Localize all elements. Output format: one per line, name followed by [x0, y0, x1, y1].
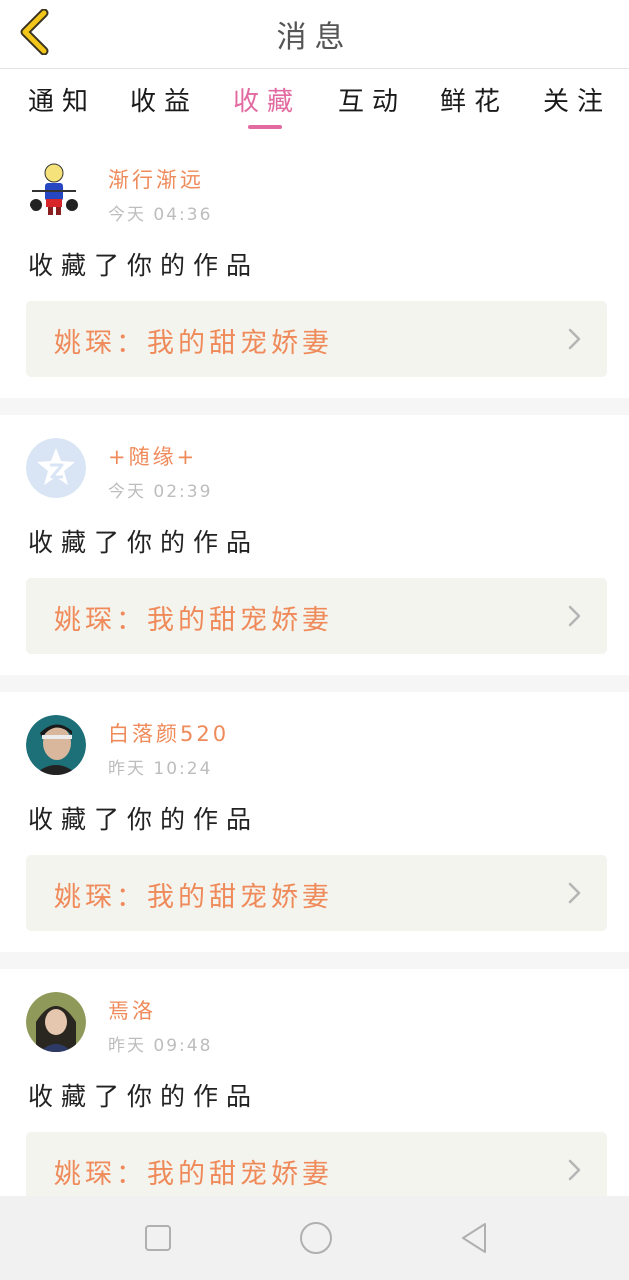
- recent-apps-icon: [145, 1225, 171, 1251]
- cartoon-avatar-icon: [26, 161, 86, 221]
- action-text: 收藏了你的作品: [28, 528, 260, 557]
- back-icon: [462, 1223, 486, 1253]
- tab-flowers[interactable]: 鲜花: [434, 81, 514, 118]
- action-text: 收藏了你的作品: [28, 251, 260, 280]
- work-title: 姚琛：我的甜宠娇妻: [54, 605, 333, 636]
- photo-avatar-icon: [26, 992, 86, 1052]
- default-avatar-icon: [26, 438, 86, 498]
- tab-notifications[interactable]: 通知: [22, 81, 102, 118]
- message-card: +随缘+ 今天 02:39 收藏了你的作品 姚琛：我的甜宠娇妻: [0, 415, 629, 675]
- work-title: 姚琛：我的甜宠娇妻: [54, 1159, 333, 1190]
- nav-back-button[interactable]: [455, 1218, 495, 1258]
- divider: [0, 675, 629, 692]
- avatar[interactable]: [26, 715, 86, 775]
- chevron-right-icon: [568, 882, 581, 904]
- work-link[interactable]: 姚琛：我的甜宠娇妻: [26, 855, 607, 931]
- action-text: 收藏了你的作品: [28, 1082, 260, 1111]
- home-icon: [300, 1222, 332, 1254]
- work-link[interactable]: 姚琛：我的甜宠娇妻: [26, 301, 607, 377]
- username[interactable]: 白落颜520: [108, 718, 229, 748]
- username[interactable]: 焉洛: [108, 995, 156, 1025]
- work-link[interactable]: 姚琛：我的甜宠娇妻: [26, 1132, 607, 1196]
- avatar[interactable]: [26, 992, 86, 1052]
- message-card: 渐行渐远 今天 04:36 收藏了你的作品 姚琛：我的甜宠娇妻: [0, 138, 629, 398]
- tab-favorites[interactable]: 收藏: [227, 81, 307, 118]
- work-title: 姚琛：我的甜宠娇妻: [54, 328, 333, 359]
- divider: [0, 398, 629, 415]
- message-card: 白落颜520 昨天 10:24 收藏了你的作品 姚琛：我的甜宠娇妻: [0, 692, 629, 952]
- action-text: 收藏了你的作品: [28, 805, 260, 834]
- timestamp: 昨天 10:24: [108, 759, 213, 779]
- active-tab-indicator: [248, 125, 282, 129]
- timestamp: 昨天 09:48: [108, 1036, 213, 1056]
- timestamp: 今天 02:39: [108, 482, 213, 502]
- tab-follows[interactable]: 关注: [537, 81, 617, 118]
- chevron-right-icon: [568, 605, 581, 627]
- page-title: 消息: [276, 20, 353, 55]
- tab-earnings[interactable]: 收益: [124, 81, 204, 118]
- chevron-right-icon: [568, 328, 581, 350]
- system-nav-bar: [0, 1196, 629, 1280]
- timestamp: 今天 04:36: [108, 205, 213, 225]
- home-button[interactable]: [296, 1218, 336, 1258]
- work-link[interactable]: 姚琛：我的甜宠娇妻: [26, 578, 607, 654]
- chevron-right-icon: [568, 1159, 581, 1181]
- header: 消息: [0, 0, 629, 69]
- divider: [0, 952, 629, 969]
- username[interactable]: +随缘+: [108, 441, 197, 471]
- message-card: 焉洛 昨天 09:48 收藏了你的作品 姚琛：我的甜宠娇妻: [0, 969, 629, 1196]
- avatar[interactable]: [26, 438, 86, 498]
- tab-interactions[interactable]: 互动: [332, 81, 412, 118]
- tab-bar: 通知 收益 收藏 互动 鲜花 关注: [0, 69, 629, 137]
- photo-avatar-icon: [26, 715, 86, 775]
- work-title: 姚琛：我的甜宠娇妻: [54, 882, 333, 913]
- avatar[interactable]: [26, 161, 86, 221]
- recent-apps-button[interactable]: [138, 1218, 178, 1258]
- username[interactable]: 渐行渐远: [108, 164, 204, 194]
